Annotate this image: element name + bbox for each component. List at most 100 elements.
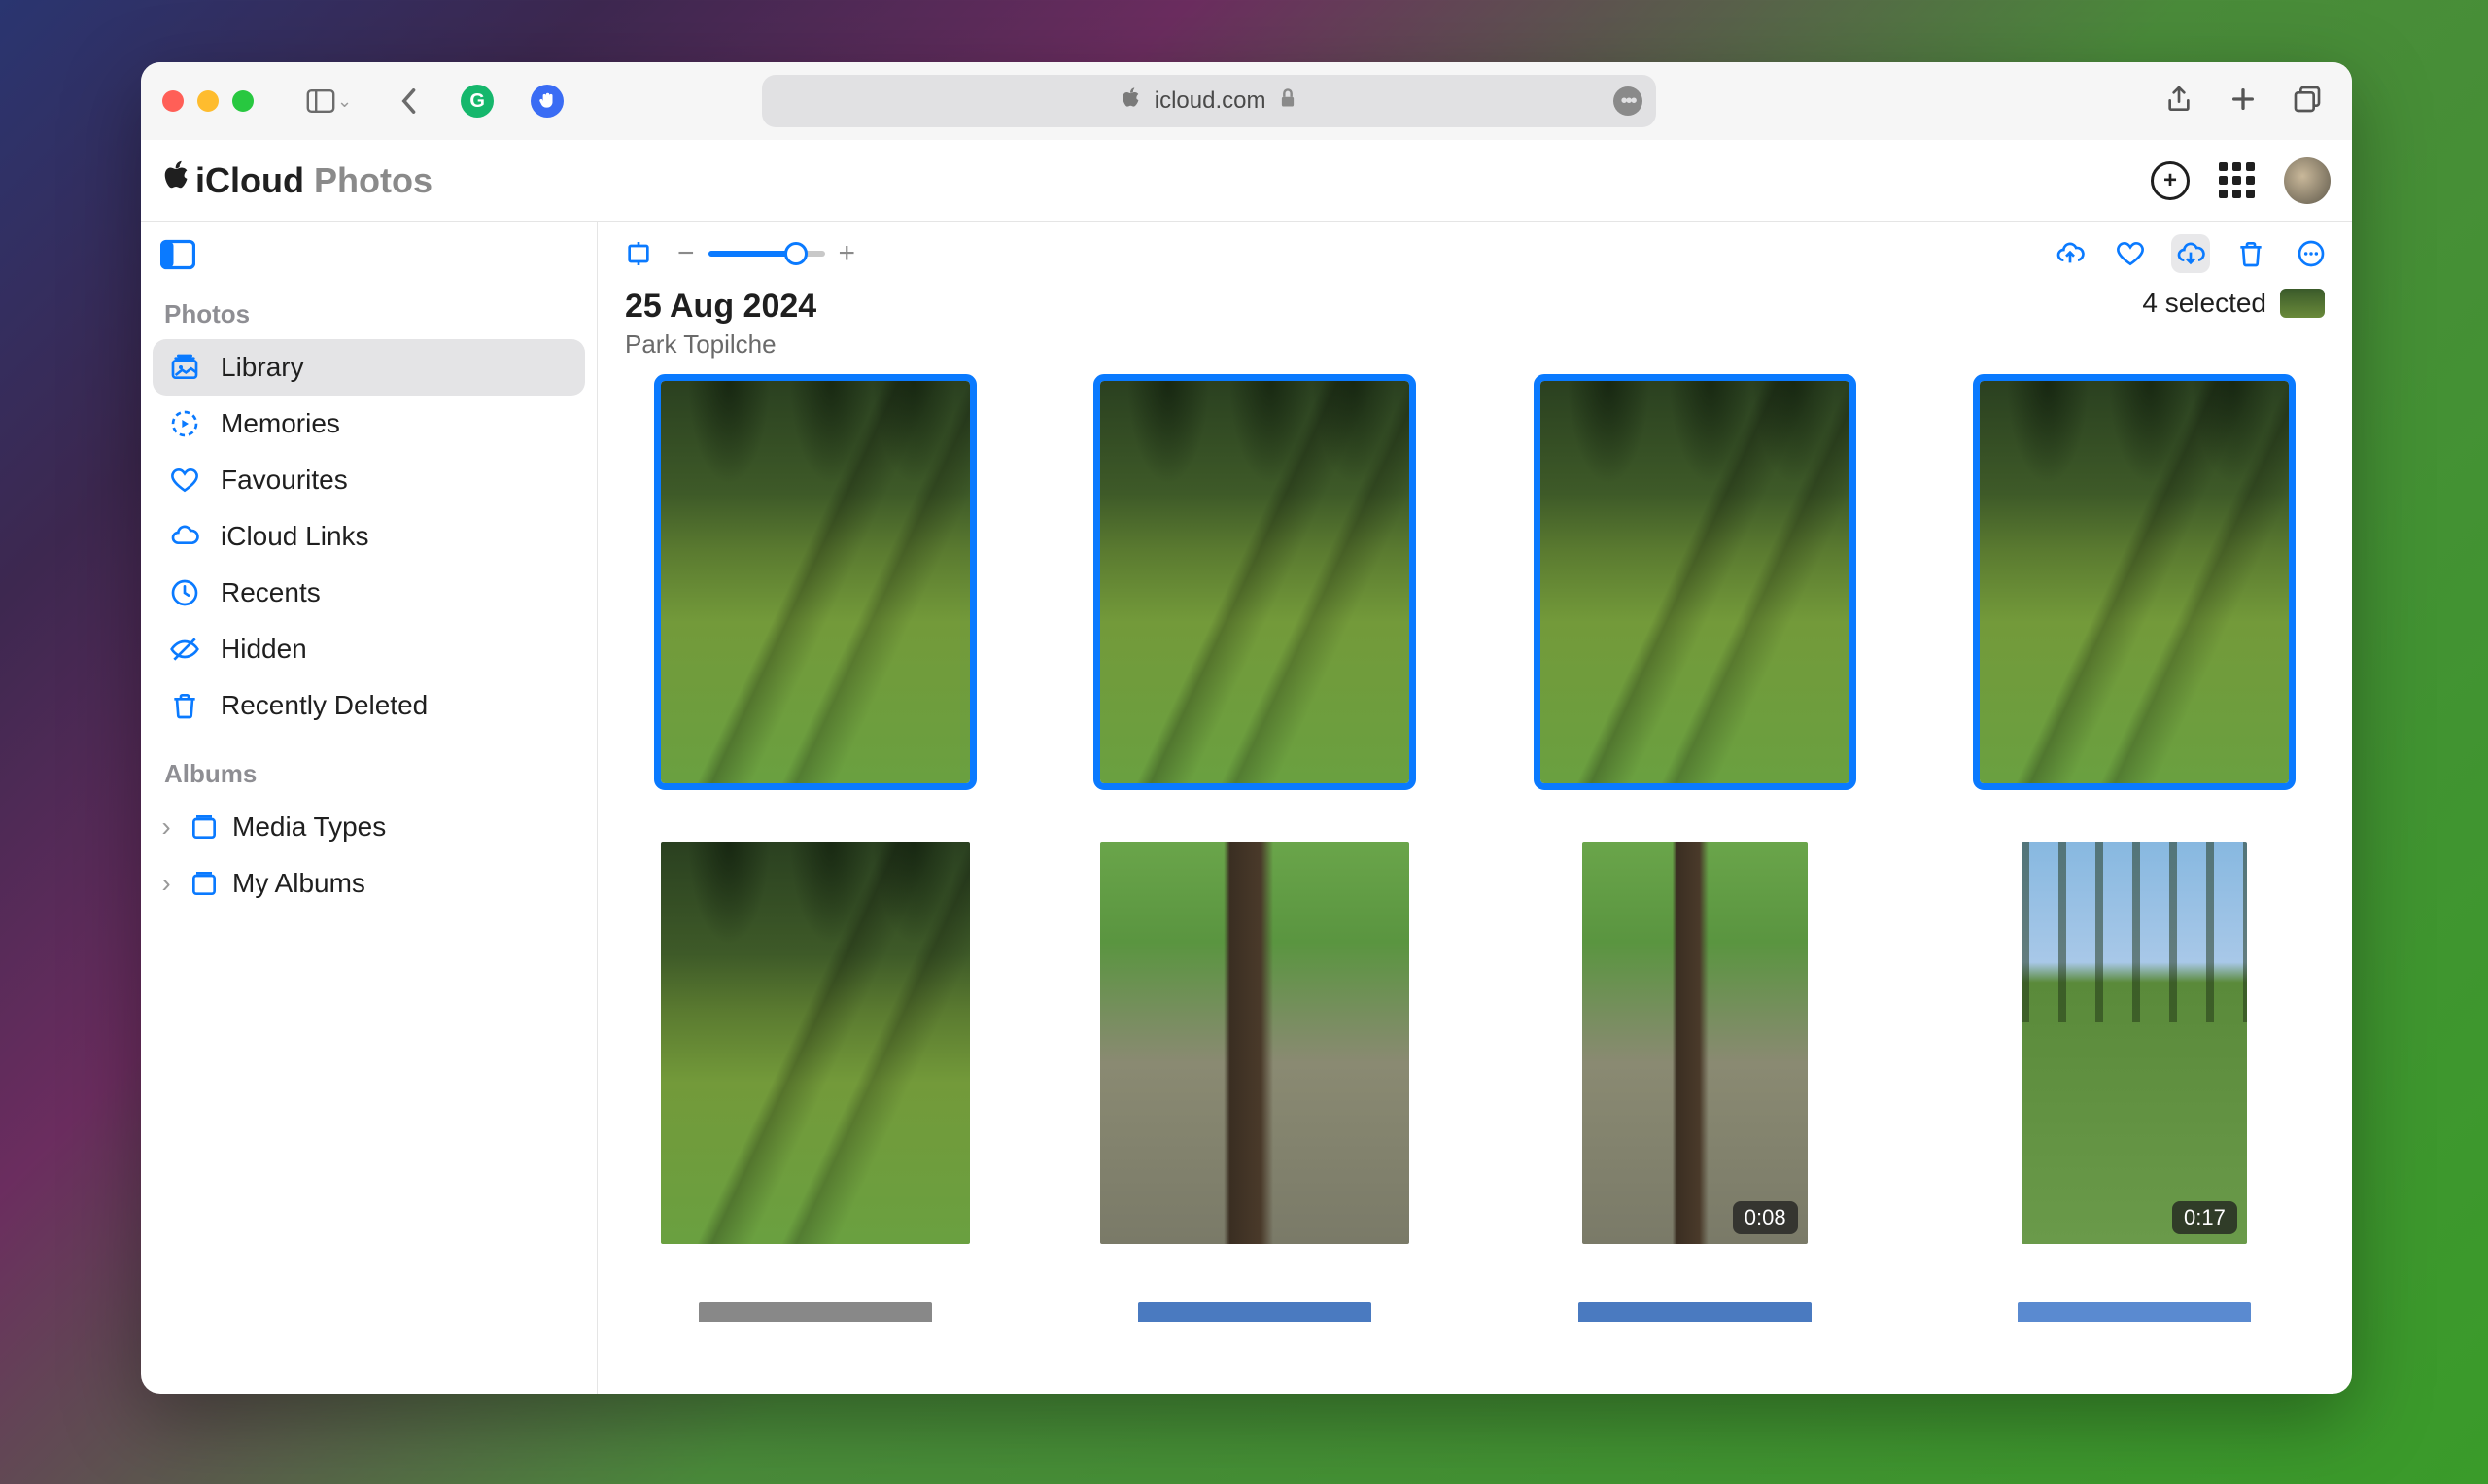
sidebar-item-my-albums[interactable]: › My Albums xyxy=(153,855,585,912)
section-albums-label: Albums xyxy=(153,751,585,799)
window-controls xyxy=(162,90,254,112)
sidebar-collapse-button[interactable] xyxy=(160,239,195,274)
sidebar-item-recently-deleted[interactable]: Recently Deleted xyxy=(153,677,585,734)
content-toolbar: − + xyxy=(598,222,2352,276)
section-photos-label: Photos xyxy=(153,292,585,339)
chevron-right-icon: › xyxy=(156,811,176,843)
url-text: icloud.com xyxy=(1155,87,1266,115)
eye-off-icon xyxy=(168,633,201,666)
share-button[interactable] xyxy=(2163,84,2194,120)
chevron-down-icon: ⌄ xyxy=(337,91,352,112)
apple-icon xyxy=(1122,86,1141,117)
download-button[interactable] xyxy=(2171,234,2210,273)
selection-thumbnail xyxy=(2280,289,2325,318)
photo-thumbnail[interactable] xyxy=(1578,1302,1812,1322)
photo-thumbnail[interactable] xyxy=(1100,381,1409,783)
sidebar: Photos Library Memories Favourites iClou… xyxy=(141,222,598,1394)
sidebar-item-label: Recently Deleted xyxy=(221,690,428,721)
location-text: Park Topilche xyxy=(598,326,2352,373)
slider-knob[interactable] xyxy=(784,242,808,265)
cloud-link-icon xyxy=(168,520,201,553)
date-title: 25 Aug 2024 xyxy=(625,288,816,326)
photo-thumbnail[interactable] xyxy=(661,842,970,1244)
photo-thumbnail[interactable] xyxy=(2018,1302,2251,1322)
address-bar[interactable]: icloud.com ••• xyxy=(762,75,1656,127)
filter-icon xyxy=(623,238,654,269)
titlebar-right xyxy=(2163,84,2331,120)
sidebar-item-label: Recents xyxy=(221,577,321,608)
sidebar-item-label: My Albums xyxy=(232,868,365,899)
titlebar: ⌄ G icloud.com ••• xyxy=(141,62,2352,140)
memories-icon xyxy=(168,407,201,440)
selection-summary: 4 selected xyxy=(2142,288,2325,319)
sidebar-item-label: Hidden xyxy=(221,634,307,665)
upload-button[interactable]: + xyxy=(2151,161,2190,200)
sidebar-toggle-button[interactable]: ⌄ xyxy=(306,89,352,113)
sidebar-item-favourites[interactable]: Favourites xyxy=(153,452,585,508)
photo-thumbnail[interactable] xyxy=(1138,1302,1371,1322)
zoom-out-button[interactable]: − xyxy=(677,237,695,270)
close-window-button[interactable] xyxy=(162,90,184,112)
filter-button[interactable] xyxy=(619,234,658,273)
zoom-control: − + xyxy=(677,237,855,270)
sidebar-item-label: Media Types xyxy=(232,811,386,843)
tab-overview-button[interactable] xyxy=(2292,84,2323,120)
upload-cloud-button[interactable] xyxy=(2051,234,2090,273)
cloud-upload-icon xyxy=(2055,238,2086,269)
sidebar-item-library[interactable]: Library xyxy=(153,339,585,396)
brand-text: iCloud xyxy=(195,160,304,201)
photo-thumbnail[interactable] xyxy=(1100,842,1409,1244)
app-launcher-button[interactable] xyxy=(2219,162,2255,198)
trash-icon xyxy=(168,689,201,722)
photo-thumbnail[interactable] xyxy=(699,1302,932,1322)
tabs-icon xyxy=(2292,84,2323,115)
fullscreen-window-button[interactable] xyxy=(232,90,254,112)
zoom-in-button[interactable]: + xyxy=(839,237,856,270)
favourite-button[interactable] xyxy=(2111,234,2150,273)
sidebar-item-hidden[interactable]: Hidden xyxy=(153,621,585,677)
app-header: iCloud Photos + xyxy=(141,140,2352,222)
page-settings-button[interactable]: ••• xyxy=(1613,86,1642,116)
sidebar-item-label: Memories xyxy=(221,408,340,439)
video-thumbnail[interactable]: 0:08 xyxy=(1582,842,1808,1244)
lock-icon xyxy=(1279,87,1296,116)
more-button[interactable] xyxy=(2292,234,2331,273)
app-title: iCloud Photos xyxy=(162,159,432,201)
new-tab-button[interactable] xyxy=(2228,84,2259,120)
sidebar-icon xyxy=(306,89,335,113)
ellipsis-circle-icon xyxy=(2296,238,2327,269)
section-text: Photos xyxy=(314,160,432,201)
chevron-right-icon: › xyxy=(156,868,176,899)
album-icon xyxy=(188,867,221,900)
hand-icon xyxy=(536,90,558,112)
selected-count-text: 4 selected xyxy=(2142,288,2266,319)
zoom-slider[interactable] xyxy=(708,251,825,257)
heart-icon xyxy=(2115,238,2146,269)
adblock-extension-icon[interactable] xyxy=(531,85,564,118)
sidebar-item-label: iCloud Links xyxy=(221,521,369,552)
photo-thumbnail[interactable] xyxy=(1980,381,2289,783)
video-thumbnail[interactable]: 0:17 xyxy=(2022,842,2247,1244)
date-header: 25 Aug 2024 4 selected xyxy=(598,276,2352,326)
clock-icon xyxy=(168,576,201,609)
browser-window: ⌄ G icloud.com ••• iCloud P xyxy=(141,62,2352,1394)
share-icon xyxy=(2163,84,2194,115)
heart-icon xyxy=(168,464,201,497)
panel-left-icon xyxy=(160,239,195,270)
photo-thumbnail[interactable] xyxy=(1540,381,1849,783)
chevron-left-icon xyxy=(398,87,418,115)
trash-icon xyxy=(2235,238,2266,269)
photo-thumbnail[interactable] xyxy=(661,381,970,783)
minimize-window-button[interactable] xyxy=(197,90,219,112)
grammarly-extension-icon[interactable]: G xyxy=(461,85,494,118)
sidebar-item-icloud-links[interactable]: iCloud Links xyxy=(153,508,585,565)
account-avatar[interactable] xyxy=(2284,157,2331,204)
back-button[interactable] xyxy=(393,86,424,117)
delete-button[interactable] xyxy=(2231,234,2270,273)
sidebar-item-recents[interactable]: Recents xyxy=(153,565,585,621)
sidebar-item-label: Favourites xyxy=(221,465,348,496)
sidebar-item-media-types[interactable]: › Media Types xyxy=(153,799,585,855)
sidebar-item-memories[interactable]: Memories xyxy=(153,396,585,452)
album-icon xyxy=(188,811,221,844)
content-area: − + 25 Aug 2024 4 selected xyxy=(598,222,2352,1394)
